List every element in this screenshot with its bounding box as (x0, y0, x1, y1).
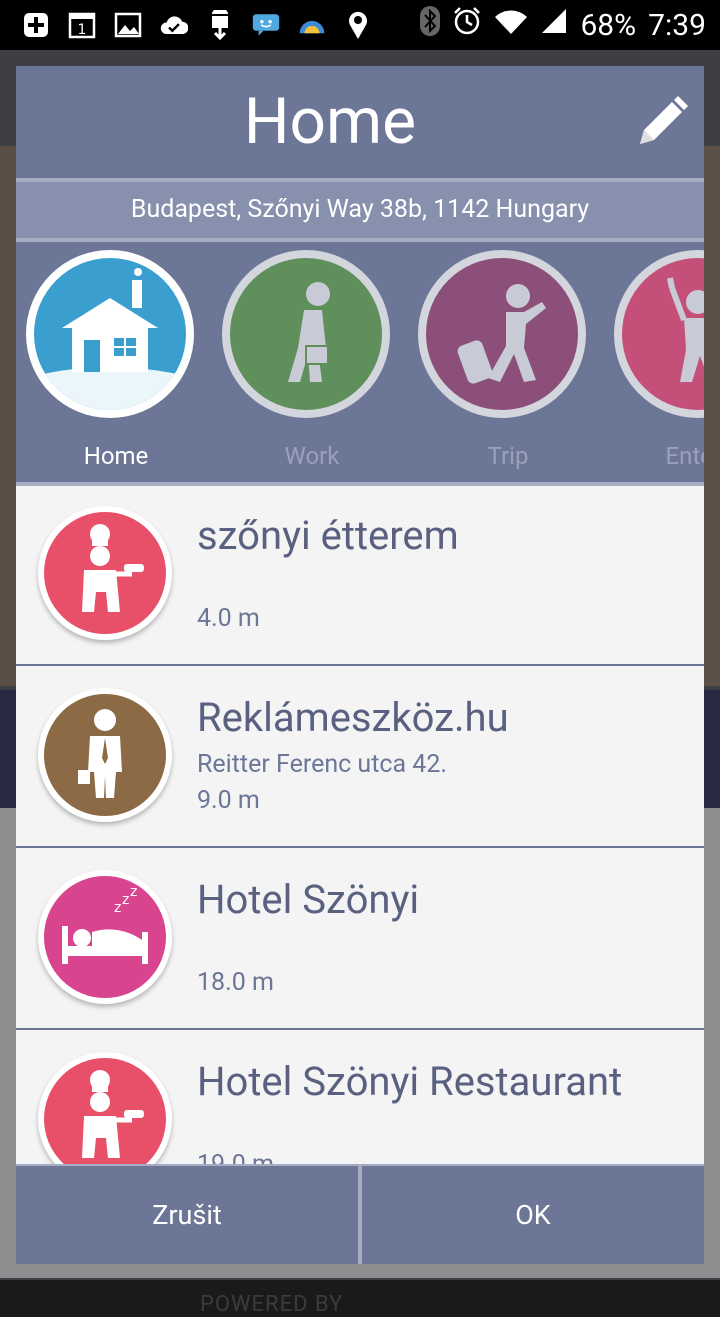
svg-text:z: z (114, 900, 121, 916)
sleeping-bed-icon: z z z (44, 876, 166, 998)
location-pin-icon (344, 11, 372, 39)
worker-icon (230, 258, 382, 410)
svg-text:z: z (122, 892, 129, 908)
place-distance: 4.0 m (197, 604, 260, 633)
place-name: Hotel Szönyi (197, 876, 420, 923)
dialog-header: Home (16, 66, 704, 178)
place-distance: 18.0 m (197, 968, 274, 997)
place-icon-frame (38, 506, 172, 640)
battery-percent: 68% (580, 7, 637, 43)
address-text: Budapest, Szőnyi Way 38b, 1142 Hungary (16, 182, 704, 238)
house-icon (34, 258, 186, 410)
category-label: Home (83, 442, 149, 470)
category-circle (222, 250, 390, 418)
places-list[interactable]: szőnyi étterem 4.0 m Reklámeszköz.hu Rei… (16, 486, 704, 1166)
category-circle (614, 250, 704, 418)
category-carousel[interactable]: Home Work Trip Ent (16, 242, 704, 482)
category-work[interactable]: Work (214, 250, 390, 482)
clock: 7:39 (648, 7, 706, 43)
dialog-buttons: Zrušit OK (16, 1166, 704, 1264)
svg-text:z: z (130, 884, 137, 900)
cloud-check-icon (160, 11, 188, 39)
signal-icon (540, 7, 568, 43)
place-address: Reitter Ferenc utca 42. (197, 750, 447, 779)
svg-text:1: 1 (78, 22, 87, 38)
list-item[interactable]: Hotel Szönyi Restaurant 19.0 m (16, 1032, 704, 1166)
chat-icon (252, 11, 280, 39)
traveler-icon (426, 258, 578, 410)
plus-icon (22, 11, 50, 39)
dialog-title: Home (243, 84, 417, 159)
wifi-icon (494, 8, 528, 43)
weather-icon (298, 11, 326, 39)
place-name: Hotel Szönyi Restaurant (197, 1058, 623, 1105)
android-download-icon (206, 10, 234, 40)
category-circle (26, 250, 194, 418)
place-icon-frame (38, 1052, 172, 1166)
pencil-icon[interactable] (634, 94, 690, 150)
chef-icon (44, 1058, 166, 1166)
place-distance: 9.0 m (197, 786, 260, 815)
place-name: Reklámeszköz.hu (197, 694, 509, 741)
list-item[interactable]: szőnyi étterem 4.0 m (16, 486, 704, 666)
category-label: Enterta (665, 442, 704, 470)
category-circle (418, 250, 586, 418)
bluetooth-icon (420, 6, 441, 44)
status-bar: 1 68% 7:39 (0, 0, 720, 50)
image-icon (114, 11, 142, 39)
category-label: Work (284, 442, 340, 470)
place-icon-frame: z z z (38, 870, 172, 1004)
place-picker-dialog: Home Budapest, Szőnyi Way 38b, 1142 Hung… (16, 66, 704, 1264)
businessman-icon (44, 694, 166, 816)
ok-button[interactable]: OK (362, 1166, 704, 1264)
list-item[interactable]: z z z Hotel Szönyi 18.0 m (16, 850, 704, 1030)
calendar-icon: 1 (68, 11, 96, 39)
category-label: Trip (487, 442, 529, 470)
place-name: szőnyi étterem (197, 512, 459, 559)
place-icon-frame (38, 688, 172, 822)
list-item[interactable]: Reklámeszköz.hu Reitter Ferenc utca 42. … (16, 668, 704, 848)
category-home[interactable]: Home (18, 250, 194, 482)
cancel-button[interactable]: Zrušit (16, 1166, 358, 1264)
background-footer-text: POWERED BY (200, 1292, 344, 1317)
category-entertainment[interactable]: Enterta (606, 250, 704, 482)
entertainment-icon (622, 258, 704, 410)
alarm-icon (452, 6, 482, 44)
chef-icon (44, 512, 166, 634)
category-trip[interactable]: Trip (410, 250, 586, 482)
